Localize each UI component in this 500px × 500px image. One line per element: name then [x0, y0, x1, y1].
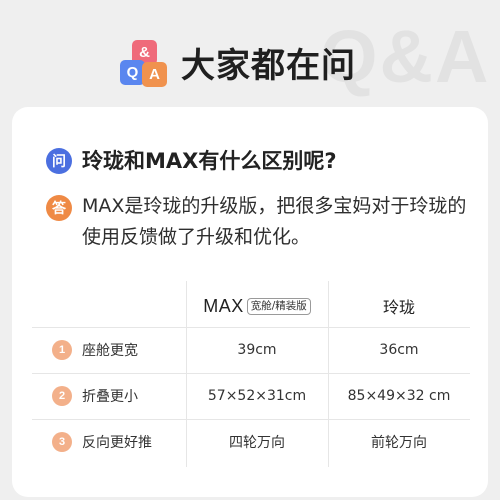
row-number-badge: 2 [52, 386, 72, 406]
row-number-badge: 3 [52, 432, 72, 452]
qa-card: 问 玲珑和MAX有什么区别呢? 答 MAX是玲珑的升级版，把很多宝妈对于玲珑的使… [12, 107, 488, 497]
answer-row: 答 MAX是玲珑的升级版，把很多宝妈对于玲珑的使用反馈做了升级和优化。 [46, 191, 472, 253]
row-label: 座舱更宽 [82, 343, 138, 359]
question-text: 玲珑和MAX有什么区别呢? [82, 149, 337, 173]
column-header-max-tag: 宽舱/精装版 [246, 297, 311, 315]
cell-max: 39cm [237, 342, 277, 358]
qa-logo-icon: & Q A [120, 40, 170, 88]
table-row: 3 反向更好推 四轮万向 前轮万向 [32, 419, 470, 465]
header: Q&A & Q A 大家都在问 [0, 0, 500, 110]
logo-tile-a: A [142, 62, 167, 87]
question-row: 问 玲珑和MAX有什么区别呢? [46, 147, 337, 175]
column-header-linglong: 玲珑 [382, 298, 415, 317]
cell-linglong: 36cm [379, 342, 419, 358]
column-header-max-label: MAX [203, 295, 244, 316]
table-row: 2 折叠更小 57×52×31cm 85×49×32 cm [32, 373, 470, 419]
comparison-table: MAX 宽舱/精装版 玲珑 1 座舱更宽 39cm 36cm 2 折叠更小 57… [32, 281, 470, 467]
question-badge-icon: 问 [46, 148, 72, 174]
column-header-max: MAX 宽舱/精装版 [186, 291, 328, 321]
row-label: 折叠更小 [82, 389, 138, 405]
row-number-badge: 1 [52, 340, 72, 360]
cell-linglong: 前轮万向 [371, 435, 427, 451]
cell-linglong: 85×49×32 cm [347, 388, 451, 404]
table-row: 1 座舱更宽 39cm 36cm [32, 327, 470, 373]
page-title: 大家都在问 [181, 46, 356, 86]
cell-max: 57×52×31cm [207, 388, 307, 404]
row-label: 反向更好推 [82, 435, 152, 451]
answer-badge-icon: 答 [46, 195, 72, 221]
cell-max: 四轮万向 [229, 435, 285, 451]
answer-text: MAX是玲珑的升级版，把很多宝妈对于玲珑的使用反馈做了升级和优化。 [82, 195, 467, 248]
